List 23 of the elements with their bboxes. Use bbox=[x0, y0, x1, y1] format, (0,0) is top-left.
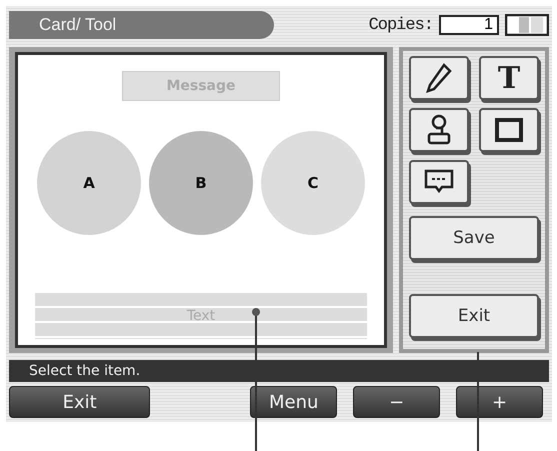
screen-title: Card/ Tool bbox=[9, 11, 274, 39]
control-button[interactable]: Menu bbox=[250, 386, 338, 418]
pencil-icon bbox=[426, 63, 452, 93]
exit-button[interactable]: Exit bbox=[409, 294, 539, 338]
status-message: Select the item. bbox=[9, 360, 549, 382]
circle-item[interactable]: B bbox=[149, 131, 253, 235]
circle-item[interactable]: A bbox=[37, 131, 141, 235]
copies-field[interactable]: 1 bbox=[439, 15, 499, 35]
frame-tool-button[interactable] bbox=[479, 108, 539, 152]
copies-label: Copies: bbox=[368, 16, 433, 34]
stamp-tool-button[interactable] bbox=[409, 108, 469, 152]
columns-icon[interactable] bbox=[505, 14, 549, 36]
control-button[interactable]: − bbox=[353, 386, 440, 418]
speech-bubble-icon bbox=[424, 169, 454, 195]
stamp-icon bbox=[426, 114, 452, 146]
control-button[interactable]: Exit bbox=[9, 386, 150, 418]
circle-item[interactable]: C bbox=[261, 131, 365, 235]
control-button[interactable]: + bbox=[456, 386, 543, 418]
message-tool-button[interactable] bbox=[409, 160, 469, 204]
text-tool-button[interactable]: T bbox=[479, 56, 539, 100]
rectangle-icon bbox=[495, 118, 523, 142]
save-button[interactable]: Save bbox=[409, 216, 539, 260]
pencil-tool-button[interactable] bbox=[409, 56, 469, 100]
